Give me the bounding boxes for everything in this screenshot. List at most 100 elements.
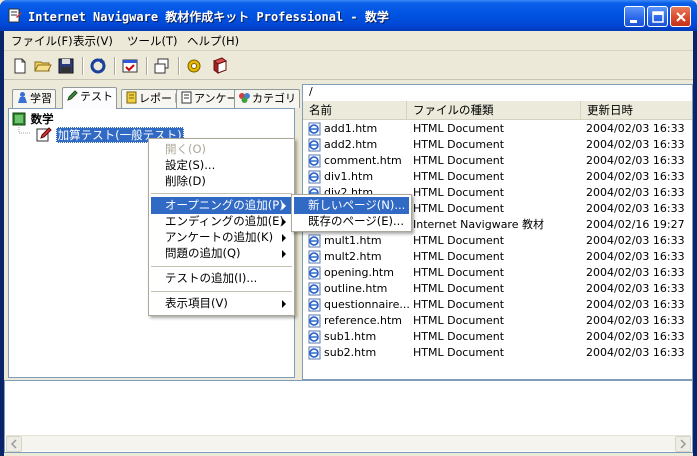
new-icon[interactable] [10,56,30,76]
tree-connector [18,125,31,134]
html-document-icon [308,234,321,248]
menu-item-label: 表示項目(V) [165,296,228,310]
open-icon[interactable] [33,56,53,76]
file-date: 2004/02/03 16:33 [586,346,685,359]
file-row[interactable]: mult2.htm HTML Document 2004/02/03 16:33 [303,249,692,265]
book-icon[interactable] [210,56,230,76]
tab-test[interactable]: テスト [62,87,117,109]
file-row[interactable]: questionnaire... HTML Document 2004/02/03 … [303,297,692,313]
html-document-icon [308,170,321,184]
menu-item-existing-page[interactable]: 既存のページ(E)... [294,213,409,230]
tab-label: カテゴリ [252,92,296,105]
file-name: reference.htm [324,314,403,327]
file-date: 2004/02/03 16:33 [586,170,685,183]
file-date: 2004/02/03 16:33 [586,154,685,167]
file-row[interactable]: sub1.htm HTML Document 2004/02/03 16:33 [303,329,692,345]
file-date: 2004/02/03 16:33 [586,330,685,343]
close-button[interactable] [670,6,691,27]
file-type: HTML Document [413,330,505,343]
book-icon [12,112,26,126]
menu-help[interactable]: ヘルプ(H) [182,33,244,49]
menu-item-new-page[interactable]: 新しいページ(N)... [294,197,409,214]
submenu-arrow-icon [282,218,286,226]
file-date: 2004/02/03 16:33 [586,202,685,215]
preview-pane[interactable] [4,380,693,453]
file-row[interactable]: div1.htm HTML Document 2004/02/03 16:33 [303,169,692,185]
menu-item-label: アンケートの追加(K) [165,230,274,244]
category-icon [239,93,250,103]
menu-item-open[interactable]: 開く(O) [151,141,292,158]
horizontal-scrollbar[interactable] [6,435,691,452]
column-header-type[interactable]: ファイルの種類 [407,101,581,120]
tab-learning[interactable]: 学習 [12,89,56,108]
file-type: HTML Document [413,298,505,311]
file-row[interactable]: add1.htm HTML Document 2004/02/03 16:33 [303,121,692,137]
app-window: Internet Navigware 教材作成キット Professional … [0,0,697,456]
file-type: HTML Document [413,314,505,327]
submenu: 新しいページ(N)... 既存のページ(E)... [291,194,412,232]
file-date: 2004/02/03 16:33 [586,266,685,279]
column-header-name[interactable]: 名前 [303,101,407,120]
file-type: HTML Document [413,234,505,247]
html-document-icon [308,346,321,360]
file-row[interactable]: outline.htm HTML Document 2004/02/03 16:33 [303,281,692,297]
menu-item-add-ending[interactable]: エンディングの追加(E) [151,213,292,230]
refresh-icon[interactable] [88,56,108,76]
file-name: opening.htm [324,266,394,279]
check-icon[interactable] [120,56,140,76]
file-row[interactable]: opening.htm HTML Document 2004/02/03 16:33 [303,265,692,281]
title-bar[interactable]: Internet Navigware 教材作成キット Professional … [0,0,697,31]
tab-category[interactable]: カテゴリ [234,89,300,108]
menu-item-add-opening[interactable]: オープニングの追加(P) [151,197,292,214]
toolbar-separator [82,57,84,75]
report-icon [126,91,137,104]
maximize-icon [652,11,664,23]
html-document-icon [308,250,321,264]
submenu-arrow-icon [282,234,286,242]
menu-separator [151,193,292,194]
html-document-icon [308,330,321,344]
menu-item-settings[interactable]: 設定(S)... [151,157,292,174]
menu-item-add-test[interactable]: テストの追加(I)... [151,270,292,287]
maximize-button[interactable] [647,6,668,27]
file-date: 2004/02/03 16:33 [586,138,685,151]
file-name: add2.htm [324,138,378,151]
arrow-left-icon [10,439,17,449]
file-name: add1.htm [324,122,378,135]
file-type: HTML Document [413,154,505,167]
file-date: 2004/02/03 16:33 [586,122,685,135]
menu-separator [151,266,292,267]
file-row[interactable]: comment.htm HTML Document 2004/02/03 16:33 [303,153,692,169]
app-icon [8,8,22,23]
path-label: / [309,85,313,98]
person-icon [18,92,27,103]
menu-item-display[interactable]: 表示項目(V) [151,295,292,312]
file-date: 2004/02/03 16:33 [586,298,685,311]
window-icon[interactable] [152,56,172,76]
menu-tools[interactable]: ツール(T) [122,33,183,49]
toolbar-separator [178,57,180,75]
context-menu: 開く(O) 設定(S)... 削除(D) オープニングの追加(P) エンディング… [148,138,295,316]
scroll-left-button[interactable] [6,436,22,452]
column-header-date[interactable]: 更新日時 [581,101,692,120]
file-row[interactable]: sub2.htm HTML Document 2004/02/03 16:33 [303,345,692,361]
menu-item-delete[interactable]: 削除(D) [151,173,292,190]
file-row[interactable]: reference.htm HTML Document 2004/02/03 16:… [303,313,692,329]
menu-item-label: 問題の追加(Q) [165,246,241,260]
file-type: Internet Navigware 教材 [413,218,544,231]
submenu-arrow-icon [282,250,286,258]
pencil-icon [36,127,52,142]
html-document-icon [308,314,321,328]
gear-icon[interactable] [184,56,204,76]
menu-item-add-question[interactable]: 問題の追加(Q) [151,245,292,262]
arrow-right-icon [680,439,687,449]
menu-file[interactable]: ファイル(F) [6,33,78,49]
file-row[interactable]: mult1.htm HTML Document 2004/02/03 16:33 [303,233,692,249]
scroll-right-button[interactable] [675,436,691,452]
minimize-button[interactable] [624,6,645,27]
save-icon[interactable] [56,56,76,76]
file-row[interactable]: add2.htm HTML Document 2004/02/03 16:33 [303,137,692,153]
menu-item-add-survey[interactable]: アンケートの追加(K) [151,229,292,246]
menu-view[interactable]: 表示(V) [68,33,118,49]
html-document-icon [308,122,321,136]
